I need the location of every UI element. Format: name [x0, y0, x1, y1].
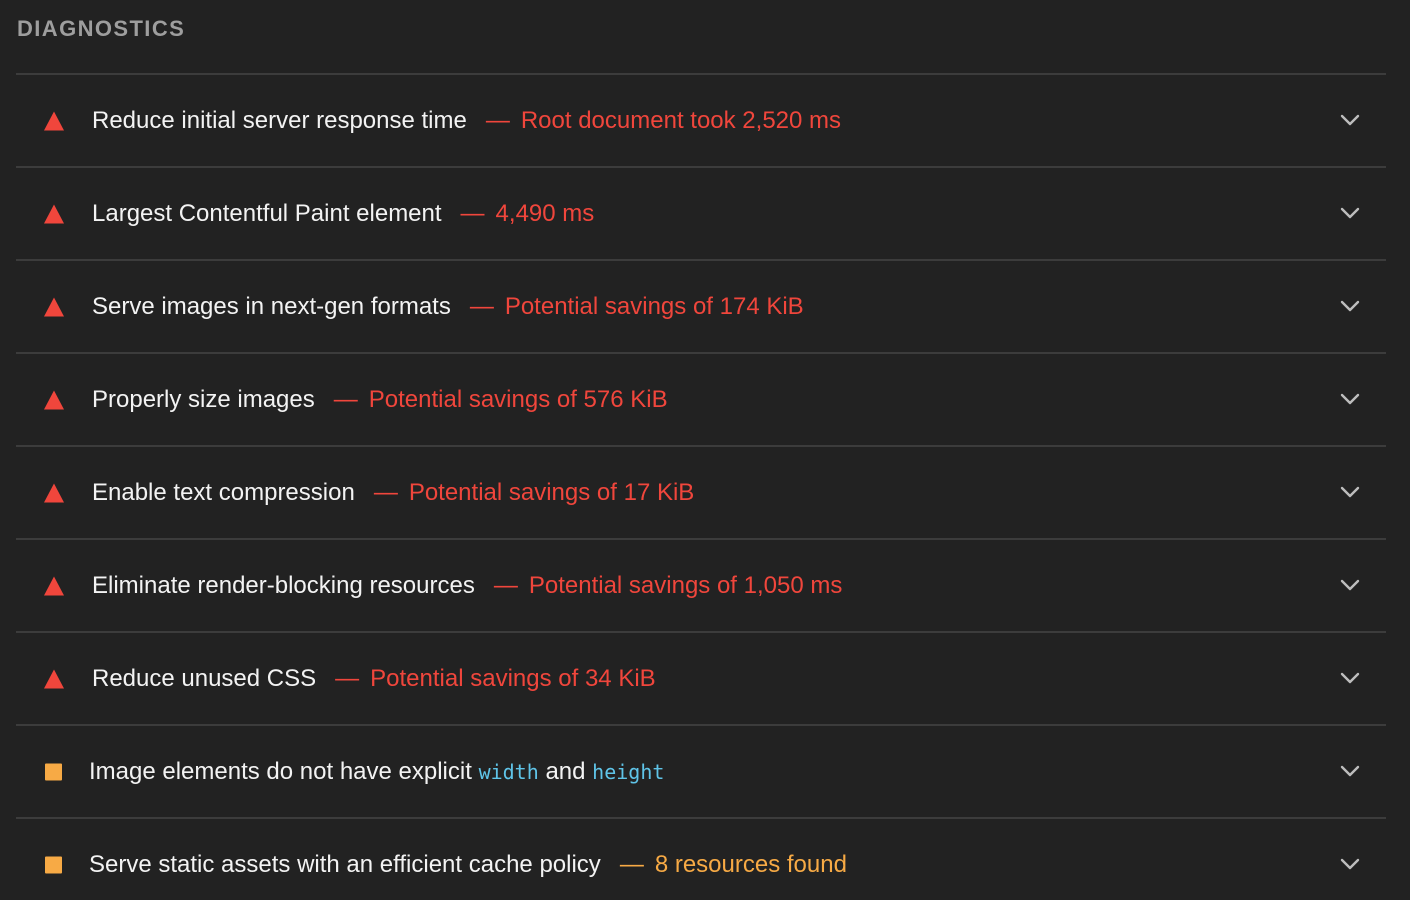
audit-row-render-blocking[interactable]: Eliminate render-blocking resources — Po… [16, 540, 1386, 633]
audit-row-unsized-images[interactable]: Image elements do not have explicit widt… [16, 726, 1386, 819]
chevron-down-icon[interactable] [1340, 486, 1360, 498]
audit-title: Properly size images [92, 385, 315, 413]
audit-row-server-response-time[interactable]: Reduce initial server response time — Ro… [16, 75, 1386, 168]
audit-title-wrap: Reduce unused CSS — Potential savings of… [92, 633, 656, 724]
audit-title: Eliminate render-blocking resources [92, 571, 475, 599]
code-height: height [592, 759, 665, 784]
audit-row-properly-size-images[interactable]: Properly size images — Potential savings… [16, 354, 1386, 447]
audit-row-lcp-element[interactable]: Largest Contentful Paint element — 4,490… [16, 168, 1386, 261]
audit-title: Largest Contentful Paint element [92, 199, 442, 227]
audit-display-value: 8 resources found [654, 850, 847, 878]
audit-title-wrap: Serve static assets with an efficient ca… [89, 819, 847, 900]
chevron-down-icon[interactable] [1340, 765, 1360, 777]
audit-title-wrap: Reduce initial server response time — Ro… [92, 75, 841, 166]
audit-title-wrap: Eliminate render-blocking resources — Po… [92, 540, 842, 631]
chevron-down-icon[interactable] [1340, 393, 1360, 405]
audit-separator: — [333, 385, 358, 413]
diagnostics-panel: DIAGNOSTICS Reduce initial server respon… [0, 0, 1410, 900]
chevron-down-icon[interactable] [1340, 114, 1360, 126]
audit-title-wrap: Properly size images — Potential savings… [92, 354, 668, 445]
chevron-down-icon[interactable] [1340, 579, 1360, 591]
fail-triangle-icon [44, 483, 64, 502]
audit-title-prefix: Image elements do not have explicit [89, 757, 472, 785]
average-square-icon [45, 763, 62, 780]
audit-display-value: Potential savings of 174 KiB [504, 292, 804, 320]
audit-separator: — [619, 850, 644, 878]
average-square-icon [45, 856, 62, 873]
audit-display-value: Potential savings of 1,050 ms [528, 571, 843, 599]
audit-title-wrap: Serve images in next-gen formats — Poten… [92, 261, 804, 352]
chevron-down-icon[interactable] [1340, 207, 1360, 219]
audit-title: Serve images in next-gen formats [92, 292, 451, 320]
fail-triangle-icon [44, 111, 64, 130]
chevron-down-icon[interactable] [1340, 672, 1360, 684]
audit-separator: — [373, 478, 398, 506]
audit-display-value: Potential savings of 576 KiB [368, 385, 668, 413]
audit-display-value: 4,490 ms [495, 199, 595, 227]
audit-separator: — [485, 106, 510, 134]
audit-title: Enable text compression [92, 478, 355, 506]
audit-title: Image elements do not have explicit widt… [89, 758, 664, 786]
audit-row-cache-policy[interactable]: Serve static assets with an efficient ca… [16, 819, 1386, 900]
audit-separator: — [469, 292, 494, 320]
section-title: DIAGNOSTICS [17, 16, 186, 41]
audit-display-value: Potential savings of 17 KiB [408, 478, 695, 506]
fail-triangle-icon [44, 390, 64, 409]
chevron-down-icon[interactable] [1340, 858, 1360, 870]
audit-display-value: Root document took 2,520 ms [520, 106, 842, 134]
fail-triangle-icon [44, 297, 64, 316]
audit-title: Serve static assets with an efficient ca… [89, 850, 601, 878]
code-width: width [478, 759, 539, 784]
fail-triangle-icon [44, 204, 64, 223]
audit-title: Reduce unused CSS [92, 664, 317, 692]
audit-row-text-compression[interactable]: Enable text compression — Potential savi… [16, 447, 1386, 540]
fail-triangle-icon [44, 669, 64, 688]
audit-title: Reduce initial server response time [92, 106, 467, 134]
audit-title-wrap: Image elements do not have explicit widt… [89, 726, 664, 817]
fail-triangle-icon [44, 576, 64, 595]
audit-title-mid: and [545, 757, 586, 785]
audit-separator: — [335, 664, 360, 692]
audit-separator: — [460, 199, 485, 227]
audit-list: Reduce initial server response time — Ro… [16, 73, 1386, 900]
audit-row-next-gen-formats[interactable]: Serve images in next-gen formats — Poten… [16, 261, 1386, 354]
audit-title-wrap: Largest Contentful Paint element — 4,490… [92, 168, 594, 259]
audit-display-value: Potential savings of 34 KiB [370, 664, 656, 692]
audit-row-unused-css[interactable]: Reduce unused CSS — Potential savings of… [16, 633, 1386, 726]
chevron-down-icon[interactable] [1340, 300, 1360, 312]
audit-separator: — [493, 571, 518, 599]
audit-title-wrap: Enable text compression — Potential savi… [92, 447, 694, 538]
